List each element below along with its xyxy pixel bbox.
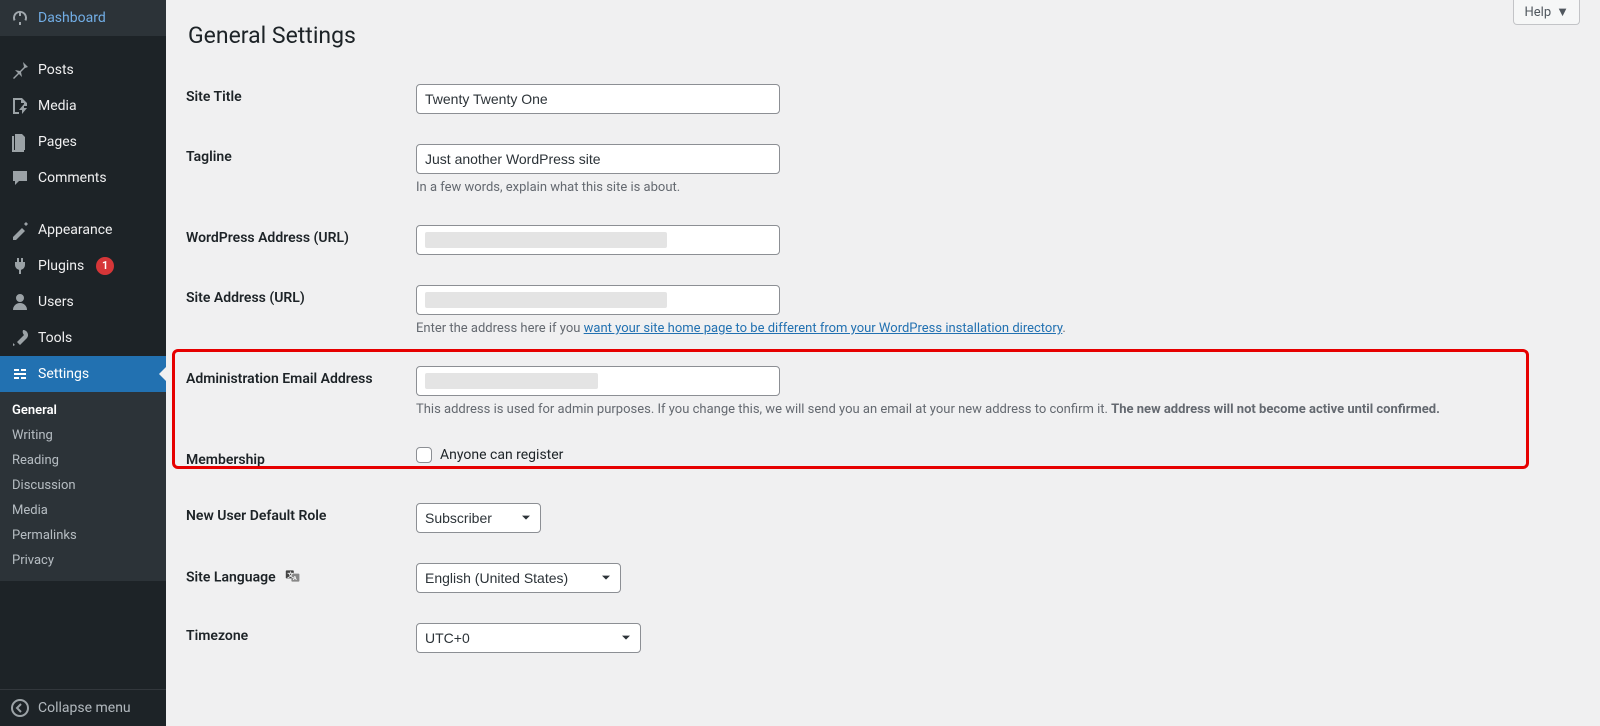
nav-dashboard[interactable]: Dashboard (0, 0, 166, 36)
membership-label: Membership (186, 432, 406, 488)
help-tab[interactable]: Help ▼ (1513, 0, 1580, 25)
membership-checkbox-text: Anyone can register (440, 447, 563, 463)
nav-label: Appearance (38, 221, 112, 239)
svg-text:A: A (293, 576, 297, 582)
media-icon (10, 96, 30, 116)
plugins-update-badge: 1 (96, 257, 114, 275)
plugins-icon (10, 256, 30, 276)
site-title-input[interactable] (416, 84, 780, 114)
admin-email-desc: This address is used for admin purposes.… (416, 402, 1516, 417)
pages-icon (10, 132, 30, 152)
menu-separator (0, 36, 166, 52)
nav-comments[interactable]: Comments (0, 160, 166, 196)
nav-label: Tools (38, 329, 72, 347)
nav-label: Plugins (38, 257, 84, 275)
admin-email-label: Administration Email Address (186, 351, 406, 432)
language-label: Site Language 文A (186, 548, 406, 608)
admin-email-desc-b: The new address will not become active u… (1111, 402, 1440, 417)
membership-checkbox-label[interactable]: Anyone can register (416, 447, 1570, 463)
nav-pages[interactable]: Pages (0, 124, 166, 160)
admin-sidebar: Dashboard Posts Media Pages Comments App… (0, 0, 166, 726)
help-label: Help (1524, 5, 1551, 20)
nav-users[interactable]: Users (0, 284, 166, 320)
users-icon (10, 292, 30, 312)
nav-plugins[interactable]: Plugins 1 (0, 248, 166, 284)
settings-icon (10, 364, 30, 384)
default-role-label: New User Default Role (186, 488, 406, 548)
submenu-general[interactable]: General (0, 398, 166, 423)
tagline-desc: In a few words, explain what this site i… (416, 180, 1516, 195)
submenu-reading[interactable]: Reading (0, 448, 166, 473)
collapse-icon (10, 698, 30, 718)
wp-url-input[interactable] (416, 225, 780, 255)
language-select[interactable]: English (United States) (416, 563, 621, 593)
nav-tools[interactable]: Tools (0, 320, 166, 356)
main-content: Help ▼ General Settings Site Title Tagli… (166, 0, 1600, 726)
nav-posts[interactable]: Posts (0, 52, 166, 88)
collapse-label: Collapse menu (38, 700, 131, 716)
site-url-label: Site Address (URL) (186, 270, 406, 351)
submenu-privacy[interactable]: Privacy (0, 548, 166, 573)
site-url-help-link[interactable]: want your site home page to be different… (584, 321, 1063, 336)
nav-label: Media (38, 97, 77, 115)
site-url-desc: Enter the address here if you want your … (416, 321, 1516, 336)
membership-checkbox[interactable] (416, 447, 432, 463)
nav-label: Pages (38, 133, 77, 151)
submenu-media[interactable]: Media (0, 498, 166, 523)
nav-media[interactable]: Media (0, 88, 166, 124)
nav-settings[interactable]: Settings (0, 356, 166, 392)
page-title: General Settings (188, 22, 1580, 49)
nav-label: Dashboard (38, 9, 106, 27)
admin-email-input[interactable] (416, 366, 780, 396)
menu-separator (0, 196, 166, 212)
tools-icon (10, 328, 30, 348)
admin-email-desc-a: This address is used for admin purposes.… (416, 402, 1111, 417)
chevron-down-icon: ▼ (1556, 4, 1569, 20)
language-label-text: Site Language (186, 570, 276, 586)
pin-icon (10, 60, 30, 80)
timezone-select[interactable]: UTC+0 (416, 623, 641, 653)
tagline-input[interactable] (416, 144, 780, 174)
submenu-writing[interactable]: Writing (0, 423, 166, 448)
default-role-select[interactable]: Subscriber (416, 503, 541, 533)
nav-label: Comments (38, 169, 107, 187)
collapse-menu-button[interactable]: Collapse menu (0, 689, 166, 726)
submenu-discussion[interactable]: Discussion (0, 473, 166, 498)
nav-label: Settings (38, 365, 89, 383)
appearance-icon (10, 220, 30, 240)
tagline-label: Tagline (186, 129, 406, 210)
translate-icon: 文A (285, 572, 301, 588)
site-url-desc-prefix: Enter the address here if you (416, 321, 584, 336)
nav-appearance[interactable]: Appearance (0, 212, 166, 248)
settings-submenu: General Writing Reading Discussion Media… (0, 392, 166, 581)
dashboard-icon (10, 8, 30, 28)
wp-url-label: WordPress Address (URL) (186, 210, 406, 270)
site-title-label: Site Title (186, 69, 406, 129)
site-url-input[interactable] (416, 285, 780, 315)
nav-label: Users (38, 293, 74, 311)
submenu-permalinks[interactable]: Permalinks (0, 523, 166, 548)
timezone-label: Timezone (186, 608, 406, 668)
nav-label: Posts (38, 61, 74, 79)
settings-form: Site Title Tagline In a few words, expla… (186, 69, 1580, 668)
comments-icon (10, 168, 30, 188)
